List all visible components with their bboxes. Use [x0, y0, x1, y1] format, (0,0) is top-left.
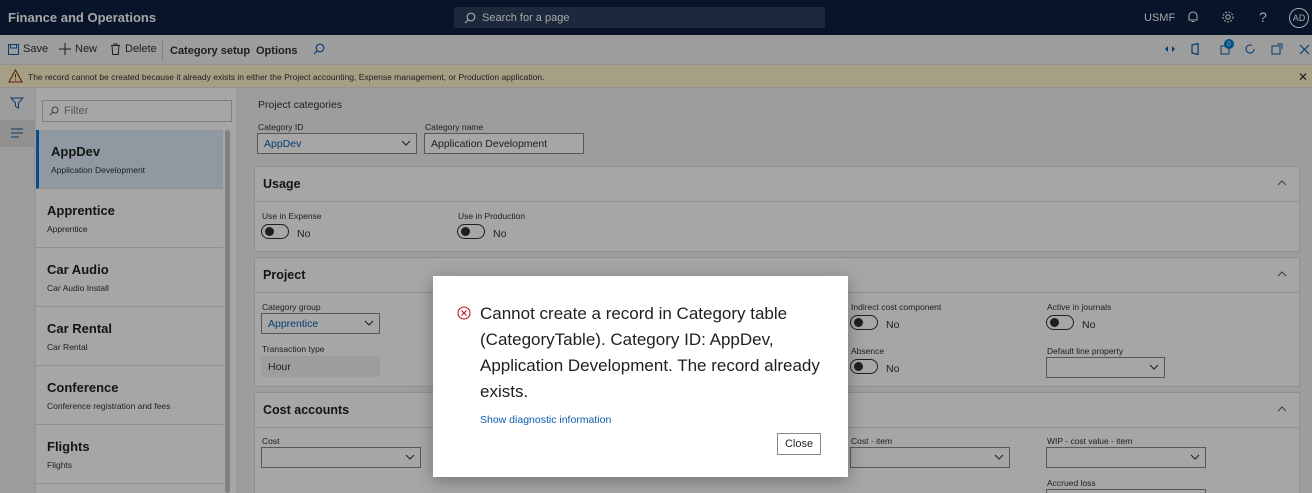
show-diagnostic-link[interactable]: Show diagnostic information: [480, 414, 611, 426]
error-dialog: Cannot create a record in Category table…: [433, 276, 848, 477]
error-icon: [457, 306, 471, 320]
error-message: Cannot create a record in Category table…: [480, 304, 820, 401]
close-button[interactable]: Close: [777, 433, 821, 455]
